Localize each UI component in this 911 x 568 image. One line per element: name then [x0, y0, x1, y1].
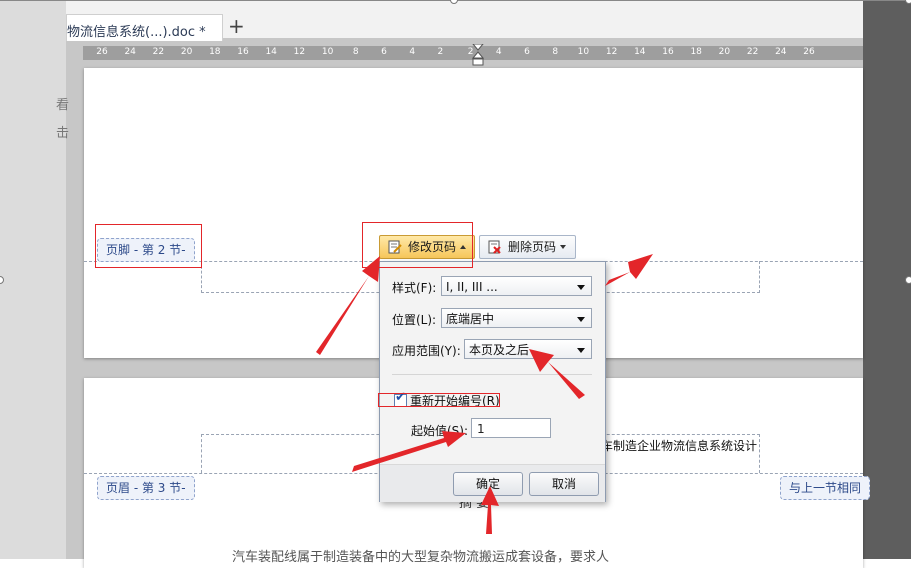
annotation-arrows: [316, 254, 653, 534]
arrow-icon: [316, 254, 653, 534]
